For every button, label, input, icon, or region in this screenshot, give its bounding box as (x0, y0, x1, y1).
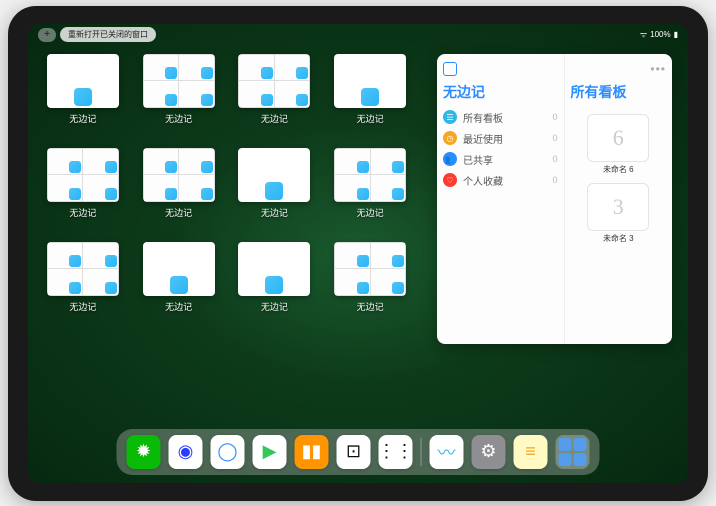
thumbnail-label: 无边记 (69, 300, 96, 313)
thumbnail-label: 无边记 (261, 206, 288, 219)
board-item[interactable]: 3 未命名 3 (571, 183, 666, 244)
dock-app-quark[interactable]: ◯ (211, 435, 245, 469)
category-icon: ◷ (443, 131, 457, 145)
status-bar: + 重新打开已关闭的窗口 ᯤ 100% ▮ (28, 28, 688, 42)
thumbnail-label: 无边记 (165, 206, 192, 219)
dock-app-books[interactable]: ▮▮ (295, 435, 329, 469)
panel-main: ••• 所有看板 6 未命名 6 3 未命名 3 (565, 54, 672, 344)
board-preview: 6 (587, 114, 649, 162)
window-thumbnail[interactable]: 无边记 (44, 54, 122, 132)
category-label: 已共享 (463, 152, 493, 167)
category-item[interactable]: ♡ 个人收藏 0 (443, 173, 558, 188)
dock-app-freeform[interactable]: 〰 (430, 435, 464, 469)
window-thumbnail[interactable]: 无边记 (140, 54, 218, 132)
category-item[interactable]: ☰ 所有看板 0 (443, 110, 558, 125)
thumbnail-label: 无边记 (69, 112, 96, 125)
thumbnail-preview (238, 54, 310, 108)
thumbnail-preview (47, 54, 119, 108)
thumbnail-label: 无边记 (261, 112, 288, 125)
thumbnail-preview (334, 54, 406, 108)
dock-folder[interactable] (556, 435, 590, 469)
window-thumbnail[interactable]: 无边记 (140, 148, 218, 226)
panel-left-title: 无边记 (443, 82, 558, 102)
thumbnail-preview (143, 54, 215, 108)
window-thumbnail[interactable]: 无边记 (331, 148, 409, 226)
wifi-icon: ᯤ (640, 29, 647, 40)
window-thumbnail[interactable]: 无边记 (331, 242, 409, 320)
dock-app-notes[interactable]: ≡ (514, 435, 548, 469)
category-label: 所有看板 (463, 110, 503, 125)
window-thumbnail[interactable]: 无边记 (236, 148, 314, 226)
freeform-side-panel: 无边记 ☰ 所有看板 0 ◷ 最近使用 0 👥 已共享 0 ♡ 个人收藏 0 ••• 所有看板 6 未命… (437, 54, 672, 344)
window-thumbnail[interactable]: 无边记 (331, 54, 409, 132)
thumbnail-label: 无边记 (69, 206, 96, 219)
board-preview: 3 (587, 183, 649, 231)
ipad-frame: + 重新打开已关闭的窗口 ᯤ 100% ▮ 无边记无边记无边记无边记无边记无边记… (8, 6, 708, 501)
thumbnail-preview (143, 242, 215, 296)
status-right: ᯤ 100% ▮ (640, 29, 678, 40)
category-item[interactable]: 👥 已共享 0 (443, 152, 558, 167)
thumbnail-label: 无边记 (165, 112, 192, 125)
battery-icon: ▮ (674, 30, 678, 39)
window-thumbnail-grid: 无边记无边记无边记无边记无边记无边记无边记无边记无边记无边记无边记无边记 (44, 48, 409, 427)
thumbnail-label: 无边记 (165, 300, 192, 313)
category-item[interactable]: ◷ 最近使用 0 (443, 131, 558, 146)
reopen-closed-window-button[interactable]: 重新打开已关闭的窗口 (60, 27, 156, 42)
thumbnail-preview (334, 242, 406, 296)
screen: + 重新打开已关闭的窗口 ᯤ 100% ▮ 无边记无边记无边记无边记无边记无边记… (28, 24, 688, 483)
window-thumbnail[interactable]: 无边记 (44, 242, 122, 320)
dock-app-wechat[interactable]: ✹ (127, 435, 161, 469)
sidebar-toggle-icon[interactable] (443, 62, 457, 76)
content-area: 无边记无边记无边记无边记无边记无边记无边记无边记无边记无边记无边记无边记 无边记… (44, 48, 672, 427)
dock-app-nodes[interactable]: ⋮⋮ (379, 435, 413, 469)
dock-app-dice[interactable]: ⊡ (337, 435, 371, 469)
thumbnail-preview (47, 148, 119, 202)
dock-app-quark-hd[interactable]: ◉ (169, 435, 203, 469)
board-item[interactable]: 6 未命名 6 (571, 114, 666, 175)
battery-percent: 100% (650, 30, 670, 39)
category-label: 最近使用 (463, 131, 503, 146)
thumbnail-preview (47, 242, 119, 296)
thumbnail-preview (143, 148, 215, 202)
category-icon: ♡ (443, 173, 457, 187)
window-thumbnail[interactable]: 无边记 (44, 148, 122, 226)
category-count: 0 (553, 175, 558, 185)
thumbnail-preview (238, 148, 310, 202)
thumbnail-label: 无边记 (261, 300, 288, 313)
dock: ✹◉◯▶▮▮⊡⋮⋮ 〰⚙≡ (117, 429, 600, 475)
thumbnail-label: 无边记 (357, 206, 384, 219)
window-thumbnail[interactable]: 无边记 (236, 242, 314, 320)
category-count: 0 (553, 154, 558, 164)
category-icon: ☰ (443, 110, 457, 124)
thumbnail-preview (334, 148, 406, 202)
more-icon[interactable]: ••• (650, 62, 666, 76)
dock-app-settings[interactable]: ⚙ (472, 435, 506, 469)
new-window-button[interactable]: + (38, 28, 56, 42)
category-count: 0 (553, 133, 558, 143)
thumbnail-preview (238, 242, 310, 296)
board-name: 未命名 3 (571, 233, 666, 244)
dock-app-play[interactable]: ▶ (253, 435, 287, 469)
panel-right-title: 所有看板 (571, 82, 666, 102)
window-thumbnail[interactable]: 无边记 (236, 54, 314, 132)
panel-sidebar: 无边记 ☰ 所有看板 0 ◷ 最近使用 0 👥 已共享 0 ♡ 个人收藏 0 (437, 54, 565, 344)
dock-separator (421, 438, 422, 466)
category-count: 0 (553, 112, 558, 122)
category-icon: 👥 (443, 152, 457, 166)
window-thumbnail[interactable]: 无边记 (140, 242, 218, 320)
thumbnail-label: 无边记 (357, 112, 384, 125)
category-label: 个人收藏 (463, 173, 503, 188)
thumbnail-label: 无边记 (357, 300, 384, 313)
board-name: 未命名 6 (571, 164, 666, 175)
